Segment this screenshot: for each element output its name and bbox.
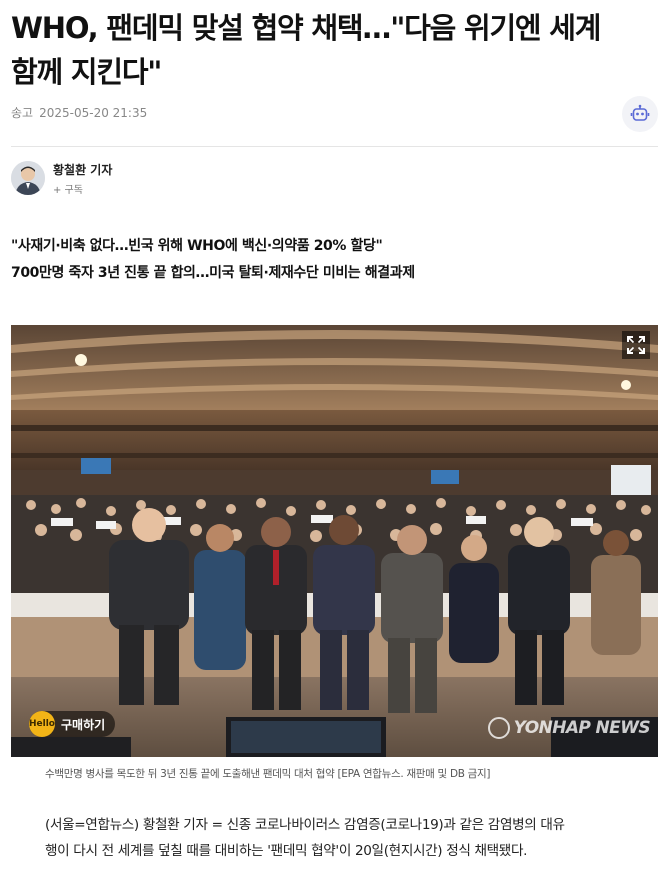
sent-label: 송고 <box>11 106 34 120</box>
photo-watermark: YONHAP NEWS <box>487 717 651 739</box>
subheading-2: 700만명 죽자 3년 진통 끝 합의…미국 탈퇴·제재수단 미비는 해결과제 <box>11 265 415 281</box>
expand-icon <box>627 336 645 354</box>
subscribe-button[interactable]: + 구독 <box>53 181 83 196</box>
meta-divider <box>11 146 658 147</box>
body-line-1: (서울=연합뉴스) 황철환 기자 = 신종 코로나바이러스 감염증(코로나19)… <box>45 817 565 833</box>
article-title: WHO, 팬데믹 맞설 협약 채택…"다음 위기엔 세계 함께 지킨다" <box>11 6 651 94</box>
buy-coin-icon: Hello <box>29 711 55 737</box>
buy-photo-button[interactable]: Hello 구매하기 <box>29 711 116 737</box>
buy-photo-label: 구매하기 <box>61 717 106 732</box>
article-title-line-2: 함께 지킨다" <box>11 55 162 89</box>
article-title-line-1: WHO, 팬데믹 맞설 협약 채택…"다음 위기엔 세계 <box>11 11 601 45</box>
article-body: (서울=연합뉴스) 황철환 기자 = 신종 코로나바이러스 감염증(코로나19)… <box>45 812 625 864</box>
article-meta: 송고 2025-05-20 21:35 <box>11 104 147 121</box>
yonhap-logo-icon <box>487 717 510 739</box>
photo-illustration <box>11 325 658 757</box>
author-avatar[interactable] <box>11 161 45 195</box>
watermark-text: YONHAP NEWS <box>513 718 651 738</box>
robot-icon <box>630 104 650 121</box>
expand-photo-button[interactable] <box>622 331 650 359</box>
subheading-1: "사재기·비축 없다…빈국 위해 WHO에 백신·의약품 20% 할당" <box>11 238 383 254</box>
ai-summary-button[interactable] <box>622 96 658 132</box>
article-photo[interactable]: Hello 구매하기 YONHAP NEWS <box>11 325 658 757</box>
body-line-2: 행이 다시 전 세계를 덮칠 때를 대비하는 '팬데믹 협약'이 20일(현지시… <box>45 843 528 859</box>
sent-time: 2025-05-20 21:35 <box>39 106 148 120</box>
author-name[interactable]: 황철환 기자 <box>53 161 112 178</box>
photo-caption: 수백만명 병사를 목도한 뒤 3년 진통 끝에 도출해낸 팬데믹 대처 협약 [… <box>45 768 491 780</box>
